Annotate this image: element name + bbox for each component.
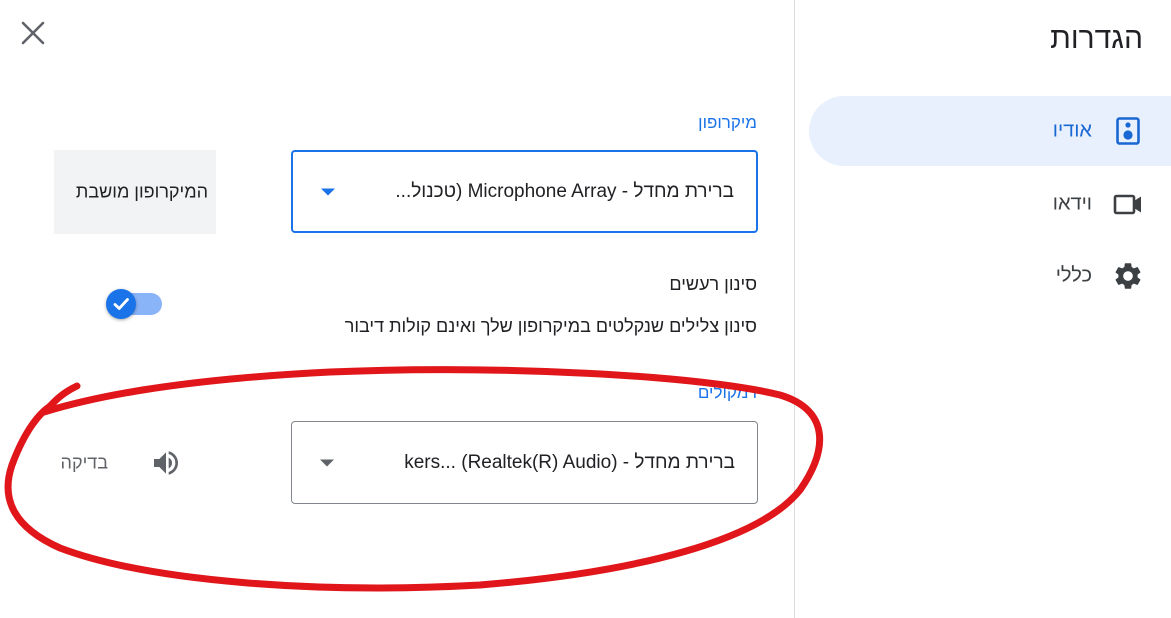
gear-icon — [1115, 263, 1141, 289]
sidebar-item-audio[interactable]: אודיו — [809, 96, 1171, 166]
speaker-test-label: בדיקה — [60, 452, 108, 473]
microphone-select-value: ברירת מחדל - Microphone Array (טכנול... — [395, 180, 734, 202]
toggle-thumb — [106, 289, 136, 319]
video-camera-icon — [1113, 194, 1141, 215]
dropdown-arrow-icon — [320, 459, 334, 466]
sidebar-item-label: כללי — [1055, 264, 1092, 287]
noise-cancellation-toggle[interactable] — [106, 289, 164, 319]
speaker-test-button[interactable]: בדיקה — [61, 444, 190, 482]
microphone-label: מיקרופון — [698, 113, 757, 132]
sidebar-item-video[interactable]: וידאו — [809, 169, 1171, 239]
speakers-select-value: ברירת מחדל - (Realtek(R) Audio) ...kers — [404, 451, 735, 473]
sidebar-item-label: אודיו — [1052, 119, 1092, 142]
sidebar-item-label: וידאו — [1052, 192, 1092, 215]
dropdown-arrow-icon — [321, 188, 335, 195]
speakers-select[interactable]: ברירת מחדל - (Realtek(R) Audio) ...kers — [291, 421, 758, 504]
speaker-icon — [1116, 117, 1140, 145]
noise-cancellation-description: סינון צלילים שנקלטים במיקרופון שלך ואינם… — [344, 316, 757, 336]
speakers-label: רמקולים — [697, 383, 757, 402]
close-icon — [21, 21, 45, 45]
settings-title: הגדרות — [1050, 22, 1143, 55]
microphone-muted-indicator: המיקרופון מושבת — [54, 150, 216, 234]
microphone-select[interactable]: ברירת מחדל - Microphone Array (טכנול... — [291, 150, 758, 233]
microphone-muted-label: המיקרופון מושבת — [75, 181, 208, 202]
volume-icon — [154, 451, 178, 475]
sidebar-item-general[interactable]: כללי — [809, 241, 1171, 311]
settings-sidebar: הגדרות אודיו וידאו כללי — [794, 0, 1171, 618]
noise-cancellation-title: סינון רעשים — [669, 274, 757, 294]
checkmark-icon — [113, 298, 129, 310]
close-button[interactable] — [18, 18, 48, 48]
